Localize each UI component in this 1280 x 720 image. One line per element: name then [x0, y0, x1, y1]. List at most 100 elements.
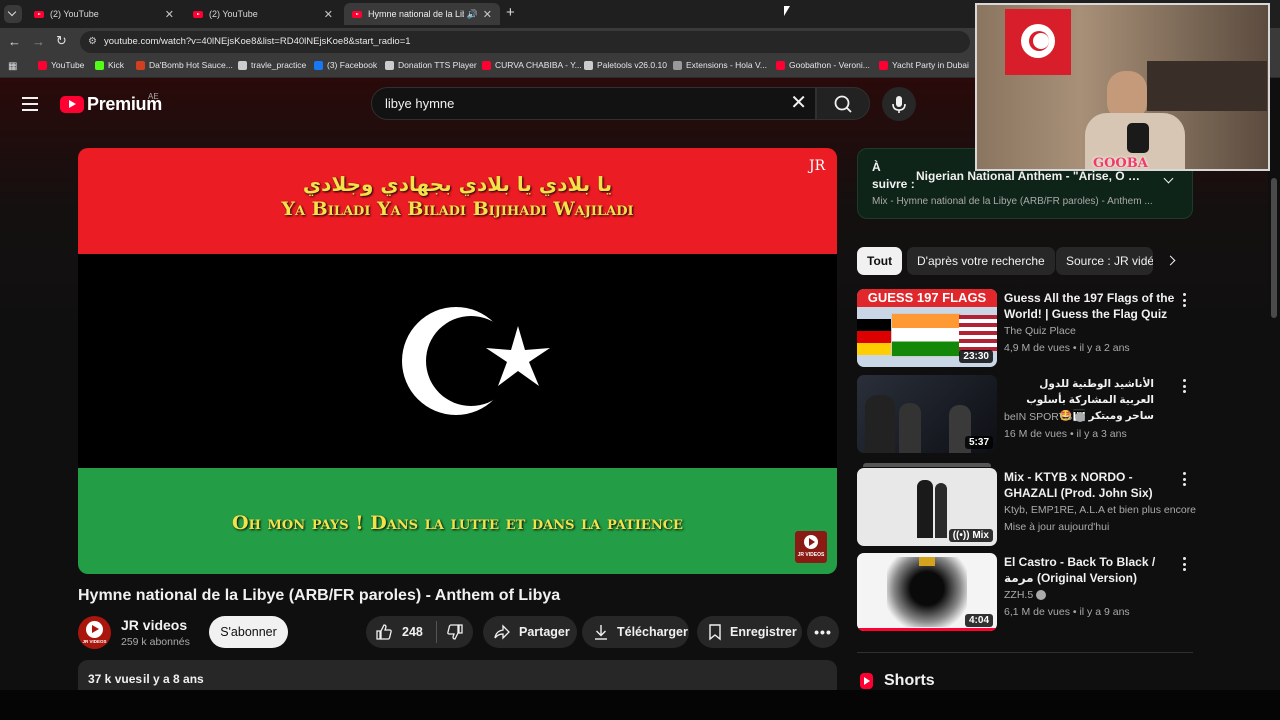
- download-button[interactable]: Télécharger: [582, 616, 689, 648]
- view-count: 37 k vues: [88, 672, 143, 686]
- bookmark-item[interactable]: Goobathon - Veroni...: [776, 60, 870, 70]
- bookmark-item[interactable]: CURVA CHABIBA - Y...: [482, 60, 582, 70]
- recommendation-item[interactable]: ((•)) Mix Mix - KTYB x NORDO - GHAZALI (…: [857, 463, 1197, 548]
- bookmark-item[interactable]: Da'Bomb Hot Sauce...: [136, 60, 233, 70]
- channel-avatar[interactable]: JR VIDEOS: [78, 616, 111, 649]
- recommendation-title: Guess All the 197 Flags of the World! | …: [1004, 291, 1175, 321]
- youtube-premium-logo[interactable]: Premium: [60, 94, 162, 115]
- bookmark-favicon-icon: [776, 60, 785, 70]
- new-tab-button[interactable]: +: [506, 5, 515, 21]
- flag-germany-icon: [857, 319, 891, 355]
- chip-all[interactable]: Tout: [857, 247, 903, 275]
- forward-arrow-icon[interactable]: →: [32, 34, 45, 49]
- more-actions-button[interactable]: •••: [807, 616, 839, 648]
- apps-grid-icon[interactable]: ▦: [8, 61, 17, 72]
- recommendation-channel[interactable]: ZZH.5: [1004, 589, 1047, 601]
- up-next-subtitle: Mix - Hymne national de la Libye (ARB/FR…: [872, 196, 1153, 207]
- video-thumbnail[interactable]: 5:37: [857, 375, 997, 453]
- subscribe-button[interactable]: S'abonner: [209, 616, 288, 648]
- browser-tab-active[interactable]: Hymne national de la Libye 🔊 ✕: [344, 3, 500, 25]
- bookmark-item[interactable]: (3) Facebook: [314, 60, 377, 70]
- bookmark-favicon-icon: [38, 60, 47, 70]
- thumbs-up-icon: [376, 624, 392, 640]
- verified-icon: [1036, 590, 1047, 601]
- up-next-prefix: À: [872, 160, 881, 174]
- bookmark-favicon-icon: [385, 60, 394, 70]
- progress-bar: [857, 628, 997, 631]
- chip-source[interactable]: Source : JR vidéos: [1056, 247, 1153, 275]
- tab-search-button[interactable]: [4, 5, 22, 23]
- search-input[interactable]: libye hymne ✕: [371, 87, 816, 120]
- region-code: AE: [148, 92, 159, 101]
- recommendation-item[interactable]: 5:37 الأناشيد الوطنية للدول العربية المش…: [857, 375, 1197, 455]
- webcam-microphone: [1127, 123, 1149, 153]
- browser-tab[interactable]: (2) YouTube ✕: [185, 3, 341, 25]
- bookmark-item[interactable]: travle_practice: [238, 60, 306, 70]
- search-icon: [834, 95, 852, 113]
- tab-title: Hymne national de la Libye: [368, 9, 464, 19]
- radio-icon: ((•)): [952, 530, 973, 541]
- save-button[interactable]: Enregistrer: [697, 616, 802, 648]
- webcam-name-label: GOOBA: [1093, 156, 1148, 171]
- bookmark-item[interactable]: Paletools v26.0.10: [584, 60, 667, 70]
- subscriber-count: 259 k abonnés: [121, 636, 190, 648]
- french-lyric: Oh mon pays ! Dans la lutte et dans la p…: [232, 512, 683, 534]
- recommendation-title: El Castro - Back To Black / مرمة (Origin…: [1004, 555, 1156, 585]
- url-text: youtube.com/watch?v=40lNEjsKoe8&list=RD4…: [104, 36, 411, 47]
- video-player[interactable]: JR يا بلادي يا بلادي بجهادي وجلادي Ya Bi…: [78, 148, 837, 574]
- bookmark-favicon-icon: [482, 60, 491, 70]
- recommendation-channel[interactable]: Ktyb, EMP1RE, A.L.A et bien plus encore: [1004, 504, 1196, 516]
- recommendation-channel[interactable]: beIN SPORTS: [1004, 411, 1086, 423]
- flag-india-icon: [891, 313, 961, 357]
- flag-usa-icon: [959, 315, 997, 351]
- speaker-icon[interactable]: 🔊: [467, 9, 478, 20]
- bookmark-item[interactable]: Kick: [95, 60, 124, 70]
- video-thumbnail[interactable]: GUESS 197 FLAGS 23:30: [857, 289, 997, 367]
- youtube-favicon-icon: [34, 10, 44, 18]
- menu-hamburger-icon[interactable]: [22, 97, 38, 111]
- like-button[interactable]: 248: [366, 623, 436, 641]
- thumbs-down-icon: [447, 624, 463, 640]
- site-info-icon[interactable]: ⚙: [88, 31, 97, 53]
- back-arrow-icon[interactable]: ←: [8, 34, 21, 49]
- bookmark-favicon-icon: [314, 60, 323, 70]
- chip-related[interactable]: D'après votre recherche: [907, 247, 1055, 275]
- bookmark-favicon-icon: [95, 60, 104, 70]
- search-button[interactable]: [816, 87, 870, 120]
- close-tab-icon[interactable]: ✕: [165, 8, 174, 21]
- verified-icon: [1075, 412, 1086, 423]
- url-field[interactable]: ⚙ youtube.com/watch?v=40lNEjsKoe8&list=R…: [80, 31, 970, 53]
- bookmark-favicon-icon: [238, 60, 247, 70]
- dislike-button[interactable]: [437, 623, 464, 641]
- share-icon: [494, 624, 510, 640]
- duration-badge: 5:37: [964, 436, 993, 449]
- more-vertical-icon[interactable]: [1183, 557, 1187, 574]
- recommendation-item[interactable]: 4:04 El Castro - Back To Black / مرمة (O…: [857, 553, 1197, 633]
- shorts-heading[interactable]: Shorts: [860, 672, 935, 690]
- bookmark-item[interactable]: YouTube: [38, 60, 84, 70]
- recommendation-channel[interactable]: The Quiz Place: [1004, 325, 1076, 337]
- chevron-down-icon[interactable]: [1163, 173, 1174, 184]
- voice-search-button[interactable]: [882, 87, 916, 121]
- more-vertical-icon[interactable]: [1183, 379, 1187, 396]
- youtube-play-icon: [60, 96, 84, 113]
- browser-tab[interactable]: (2) YouTube ✕: [26, 3, 182, 25]
- recommendation-item[interactable]: GUESS 197 FLAGS 23:30 Guess All the 197 …: [857, 289, 1197, 369]
- shorts-icon: [860, 673, 873, 689]
- channel-name[interactable]: JR videos: [121, 617, 187, 633]
- bookmark-item[interactable]: Yacht Party in Dubai: [879, 60, 969, 70]
- clear-search-icon[interactable]: ✕: [790, 88, 807, 119]
- reload-icon[interactable]: ↻: [56, 33, 67, 49]
- share-button[interactable]: Partager: [483, 616, 577, 648]
- video-thumbnail[interactable]: 4:04: [857, 553, 997, 631]
- thumb-crown: [919, 557, 935, 566]
- video-thumbnail[interactable]: ((•)) Mix: [857, 468, 997, 546]
- close-tab-icon[interactable]: ✕: [324, 8, 333, 21]
- bookmark-item[interactable]: Donation TTS Player: [385, 60, 477, 70]
- more-vertical-icon[interactable]: [1183, 472, 1187, 489]
- thumb-person: [917, 480, 933, 538]
- more-vertical-icon[interactable]: [1183, 293, 1187, 310]
- page-scrollbar-thumb[interactable]: [1271, 178, 1277, 318]
- bookmark-item[interactable]: Extensions - Hola V...: [673, 60, 767, 70]
- close-tab-icon[interactable]: ✕: [483, 8, 492, 21]
